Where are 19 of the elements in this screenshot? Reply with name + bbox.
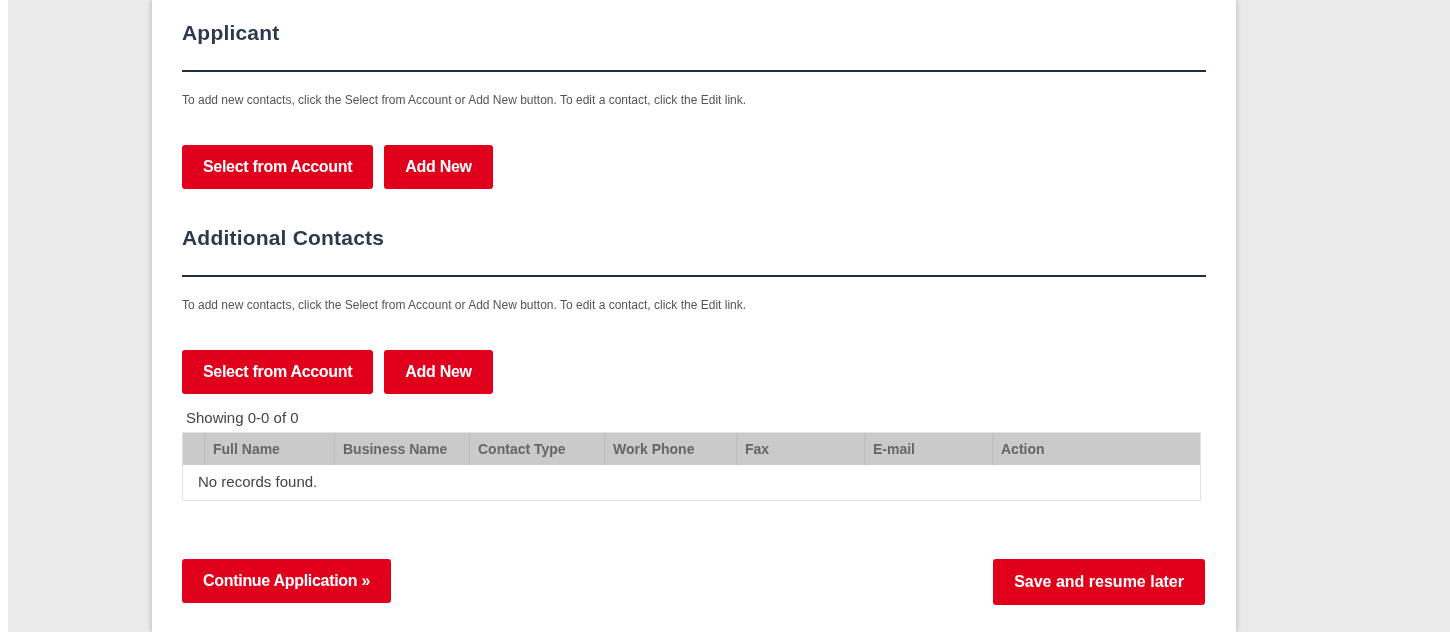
section-heading: Applicant <box>182 20 281 46</box>
save-and-resume-later-button[interactable]: Save and resume later <box>993 559 1205 605</box>
select-from-account-button[interactable]: Select from Account <box>182 145 374 189</box>
section-heading: Additional Contacts <box>182 225 386 251</box>
add-new-button[interactable]: Add New <box>384 350 493 394</box>
column-header: Fax <box>737 433 865 465</box>
column-header: Work Phone <box>605 433 737 465</box>
instructions-text: To add new contacts, click the Select from Account or Add New button. To edit a contact, click the Edit link. <box>182 92 748 108</box>
column-header: Action <box>1000 439 1046 459</box>
add-new-button[interactable]: Add New <box>384 145 493 189</box>
select-from-account-button[interactable]: Select from Account <box>182 350 374 394</box>
instructions-text: To add new contacts, click the Select from Account or Add New button. To edit a contact, click the Edit link. <box>182 297 748 313</box>
column-header: E-mail <box>865 433 993 465</box>
table-summary: Showing 0-0 of 0 <box>186 408 300 428</box>
column-header: Contact Type <box>470 433 605 465</box>
column-header: Business Name <box>335 433 470 465</box>
empty-message: No records found. <box>198 472 318 493</box>
continue-application-button[interactable]: Continue Application » <box>182 559 392 603</box>
column-header: Full Name <box>205 433 335 465</box>
